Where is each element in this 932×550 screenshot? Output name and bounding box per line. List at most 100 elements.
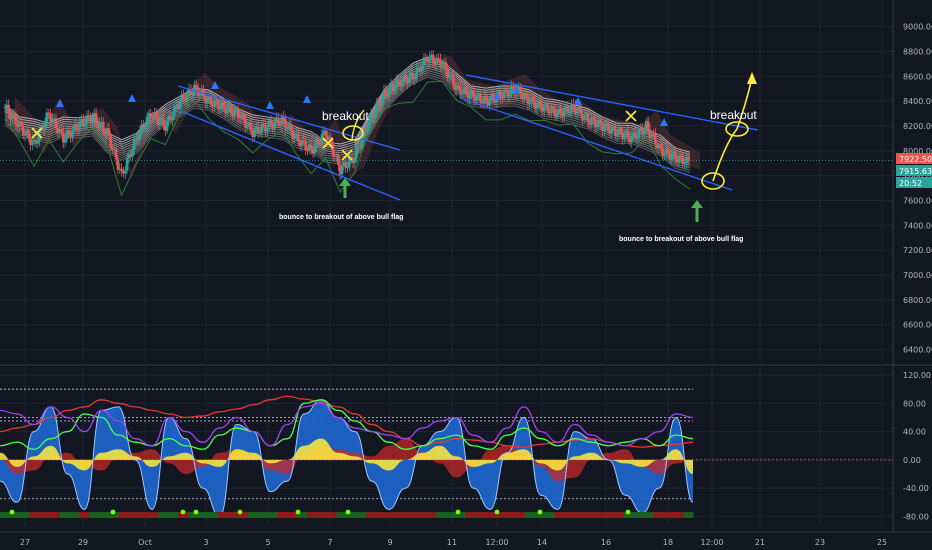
trend-status-segment — [59, 512, 70, 518]
trend-status-segment — [29, 512, 41, 518]
candle — [216, 100, 220, 110]
trend-status-segment — [475, 512, 486, 518]
trend-status-segment — [326, 512, 338, 518]
candle — [468, 94, 471, 99]
candle — [249, 122, 253, 131]
candle — [145, 116, 149, 128]
signal-dot — [345, 509, 351, 515]
price-tick-label: 9000.00 — [903, 23, 932, 32]
time-tick-label: 29 — [78, 538, 88, 547]
trend-status-segment — [19, 512, 31, 518]
trend-status-segment — [69, 512, 80, 518]
candle — [151, 117, 154, 119]
candle — [681, 155, 685, 165]
candle — [3, 107, 7, 109]
candle — [400, 81, 404, 87]
price-tick-label: 6400.00 — [903, 346, 932, 355]
candle — [60, 128, 63, 133]
trend-status-segment — [663, 512, 674, 518]
time-tick-label: 11 — [447, 538, 457, 547]
signal-dot — [295, 509, 301, 515]
trend-status-segment — [138, 512, 149, 518]
candle — [539, 100, 542, 108]
time-tick-label: 3 — [203, 538, 208, 547]
trend-status-segment — [118, 512, 130, 518]
candle — [459, 85, 462, 95]
candle — [519, 87, 522, 96]
candle — [266, 127, 269, 132]
candle — [297, 133, 300, 142]
candle — [615, 134, 619, 136]
candle — [579, 107, 582, 114]
candle — [7, 104, 10, 114]
chart-annotation-label: breakout — [322, 109, 369, 123]
candle — [366, 128, 369, 132]
candle — [313, 146, 317, 154]
candle — [233, 109, 236, 116]
candle — [209, 96, 213, 105]
trend-status-segment — [89, 512, 100, 518]
candle — [269, 120, 273, 125]
candle — [397, 79, 400, 81]
time-tick-label: 5 — [265, 538, 270, 547]
trend-status-segment — [79, 512, 90, 518]
price-tick-label: 7000.00 — [903, 271, 932, 280]
time-tick-label: 21 — [755, 538, 765, 547]
signal-dot — [537, 509, 543, 515]
trend-status-segment — [247, 512, 258, 518]
candle — [94, 113, 98, 121]
price-tick-label: 8200.00 — [903, 122, 932, 131]
candle — [614, 126, 617, 136]
oscillator-panel — [0, 388, 893, 518]
candle — [380, 97, 384, 107]
candle — [260, 124, 264, 133]
candle — [23, 133, 27, 136]
signal-dot — [455, 509, 461, 515]
candle — [138, 131, 142, 141]
chart-annotation-label: breakout — [710, 108, 757, 122]
candle — [242, 113, 245, 119]
candle — [67, 130, 71, 133]
candle — [225, 108, 229, 114]
candle — [464, 87, 468, 92]
candle — [154, 112, 158, 117]
trend-status-segment — [643, 512, 654, 518]
trend-status-segment — [396, 512, 407, 518]
time-tick-label: 9 — [387, 538, 392, 547]
candle — [575, 111, 579, 114]
trend-status-segment — [435, 512, 446, 518]
osc-tick-label: -80.00 — [903, 512, 929, 521]
trend-status-segment — [356, 512, 367, 518]
candle — [603, 126, 606, 131]
candle — [276, 117, 280, 124]
candle — [54, 118, 58, 129]
candle — [20, 121, 23, 127]
candle — [479, 93, 482, 103]
candle — [320, 134, 324, 144]
trend-status-segment — [653, 512, 664, 518]
candle — [408, 75, 411, 84]
candle — [526, 94, 530, 104]
trend-status-segment — [524, 512, 536, 518]
trading-chart[interactable]: 6400.00 6600.00 6800.00 7000.00 7200.00 7400.… — [0, 0, 932, 550]
candle — [284, 119, 287, 129]
candle — [143, 127, 147, 129]
time-tick-label: 27 — [20, 538, 30, 547]
time-tick-label: 7 — [327, 538, 332, 547]
candle — [666, 148, 670, 154]
trend-status-segment — [207, 512, 219, 518]
candle — [91, 116, 94, 123]
candle — [304, 141, 307, 151]
candle — [626, 131, 630, 138]
candle — [71, 130, 74, 138]
osc-tick-label: 120.00 — [903, 371, 931, 380]
candle — [475, 94, 479, 102]
candle — [246, 125, 249, 128]
candle — [133, 138, 136, 150]
candle — [583, 115, 586, 121]
osc-tick-label: -40.00 — [903, 484, 929, 493]
candle — [344, 161, 347, 168]
candle — [542, 104, 546, 112]
trend-status-segment — [99, 512, 110, 518]
trend-status-segment — [336, 512, 347, 518]
